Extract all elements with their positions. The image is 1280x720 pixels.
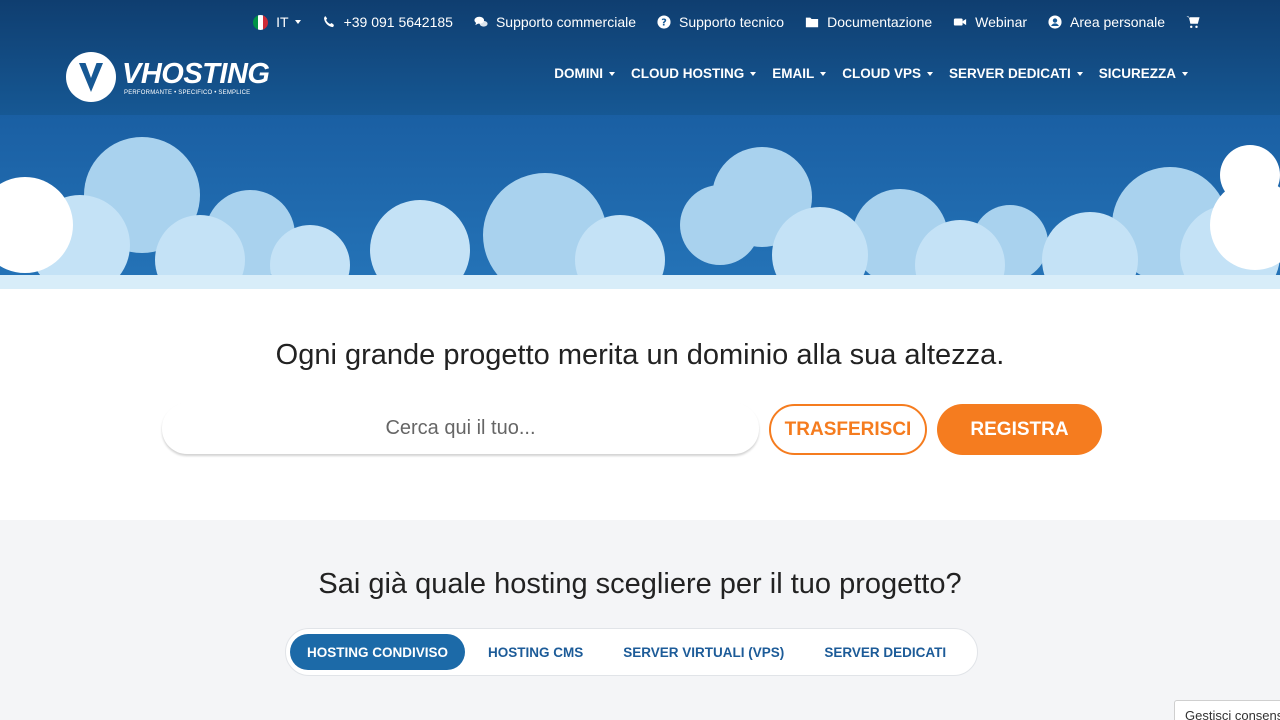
tech-support-label: Supporto tecnico xyxy=(679,14,785,30)
logo-tagline: PERFORMANTE • SPECIFICO • SEMPLICE xyxy=(124,89,251,96)
hosting-tabs: HOSTING CONDIVISO HOSTING CMS SERVER VIR… xyxy=(285,628,978,676)
video-camera-icon xyxy=(952,14,968,30)
domain-search-field[interactable] xyxy=(162,403,759,454)
svg-text:?: ? xyxy=(661,18,667,29)
site-logo[interactable]: VHOSTING PERFORMANTE • SPECIFICO • SEMPL… xyxy=(66,52,270,102)
chevron-down-icon xyxy=(608,71,615,76)
hosting-question: Sai già quale hosting scegliere per il t… xyxy=(318,568,962,600)
tech-support-link[interactable]: ? Supporto tecnico xyxy=(656,14,784,30)
nav-item-cloud-vps[interactable]: CLOUD VPS xyxy=(842,66,933,81)
domain-search-section: Ogni grande progetto merita un dominio a… xyxy=(0,289,1280,520)
account-link[interactable]: Area personale xyxy=(1047,14,1165,30)
phone-number: +39 091 5642185 xyxy=(343,14,453,30)
chevron-down-icon xyxy=(294,20,301,24)
transfer-button[interactable]: TRASFERISCI xyxy=(769,404,927,455)
folder-icon xyxy=(804,14,820,30)
user-circle-icon xyxy=(1047,14,1063,30)
webinar-label: Webinar xyxy=(975,14,1028,30)
webinar-link[interactable]: Webinar xyxy=(952,14,1027,30)
nav-item-sicurezza[interactable]: SICUREZZA xyxy=(1099,66,1188,81)
chat-icon xyxy=(473,14,489,30)
hosting-chooser-section: Sai già quale hosting scegliere per il t… xyxy=(0,520,1280,720)
site-header: IT +39 091 5642185 Supporto commerciale … xyxy=(0,0,1280,115)
chevron-down-icon xyxy=(750,71,757,76)
nav-item-cloud-hosting[interactable]: CLOUD HOSTING xyxy=(631,66,757,81)
tab-hosting-cms[interactable]: HOSTING CMS xyxy=(471,634,600,670)
phone-icon xyxy=(321,14,337,30)
language-label: IT xyxy=(276,14,289,30)
register-button[interactable]: REGISTRA xyxy=(937,404,1102,455)
question-circle-icon: ? xyxy=(656,14,672,30)
nav-item-email[interactable]: EMAIL xyxy=(772,66,827,81)
cart-button[interactable] xyxy=(1185,14,1208,30)
consent-manager-button[interactable]: Gestisci consenso xyxy=(1174,700,1280,720)
tab-server-dedicati[interactable]: SERVER DEDICATI xyxy=(807,634,963,670)
language-selector[interactable]: IT xyxy=(253,14,301,30)
clouds-illustration xyxy=(0,137,1280,289)
main-navigation: DOMINI CLOUD HOSTING EMAIL CLOUD VPS SER… xyxy=(538,66,1188,81)
nav-item-domini[interactable]: DOMINI xyxy=(554,66,615,81)
tab-hosting-condiviso[interactable]: HOSTING CONDIVISO xyxy=(290,634,466,670)
chevron-down-icon xyxy=(926,71,933,76)
hero-clouds-banner xyxy=(0,115,1280,289)
sales-support-link[interactable]: Supporto commerciale xyxy=(473,14,636,30)
chevron-down-icon xyxy=(1076,71,1083,76)
phone-link[interactable]: +39 091 5642185 xyxy=(321,14,453,30)
account-label: Area personale xyxy=(1070,14,1165,30)
domain-headline: Ogni grande progetto merita un dominio a… xyxy=(275,339,1005,371)
chevron-down-icon xyxy=(1182,71,1188,76)
chevron-down-icon xyxy=(820,71,827,76)
tab-server-virtuali[interactable]: SERVER VIRTUALI (VPS) xyxy=(606,634,801,670)
domain-search-input[interactable] xyxy=(162,403,759,454)
documentation-link[interactable]: Documentazione xyxy=(804,14,932,30)
logo-name: VHOSTING xyxy=(122,57,270,90)
documentation-label: Documentazione xyxy=(827,14,933,30)
vhosting-logo-icon xyxy=(66,52,116,102)
italy-flag-icon xyxy=(253,14,269,30)
top-utility-bar: IT +39 091 5642185 Supporto commerciale … xyxy=(233,0,1208,44)
cart-icon xyxy=(1185,14,1201,30)
sales-support-label: Supporto commerciale xyxy=(495,14,637,30)
nav-item-server-dedicati[interactable]: SERVER DEDICATI xyxy=(949,66,1083,81)
